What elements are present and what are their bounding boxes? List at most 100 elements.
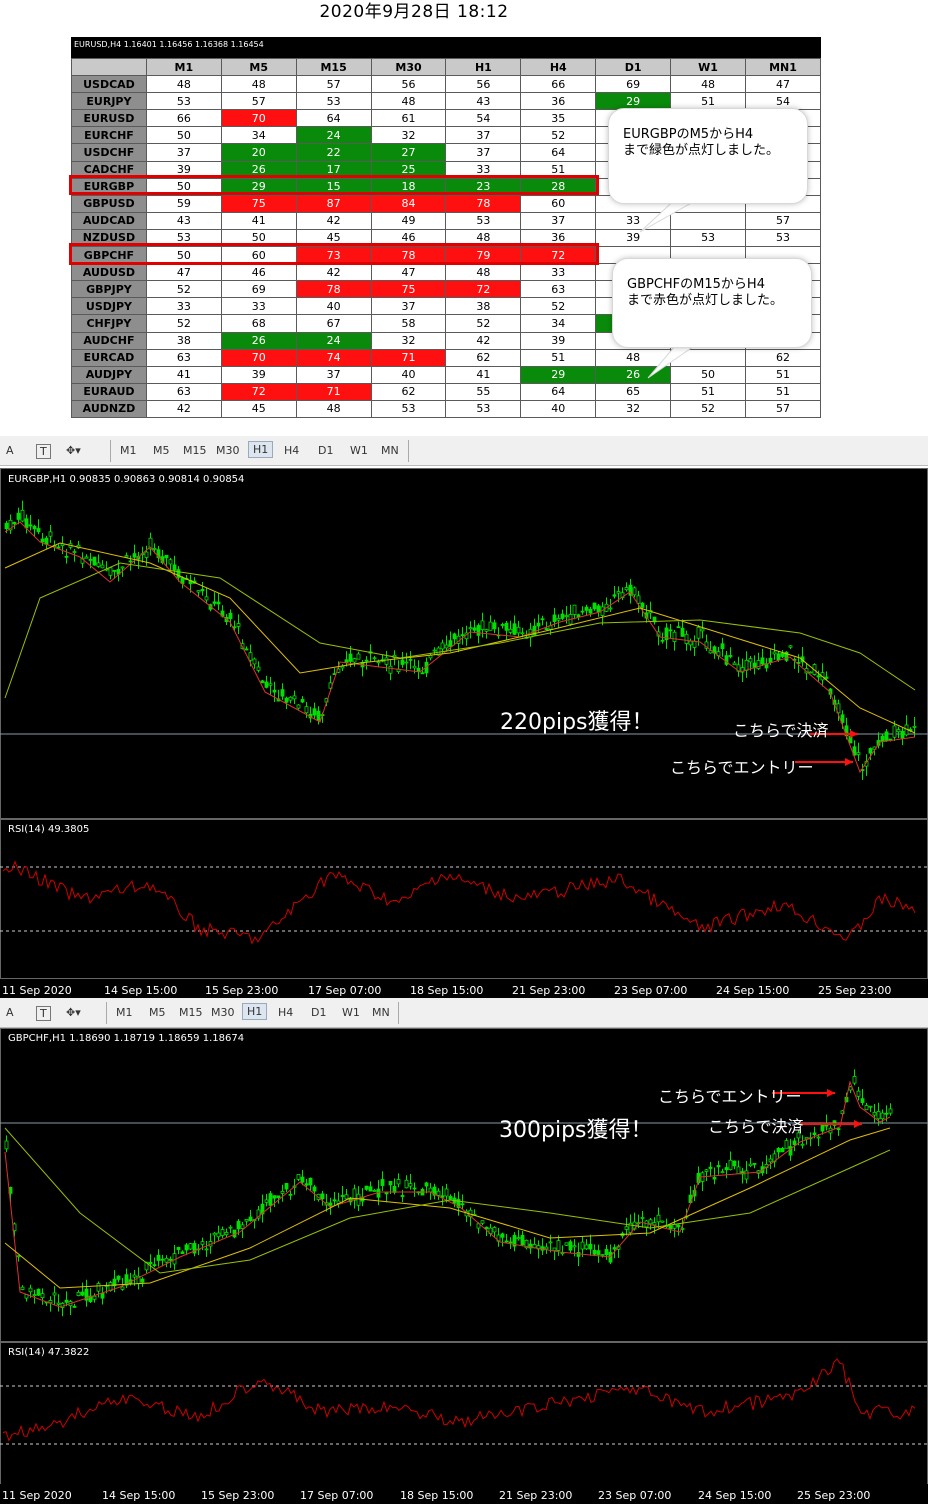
tf-h4[interactable]: H4 [278, 1006, 293, 1019]
candle-body [864, 1105, 869, 1111]
value-cell: 51 [670, 382, 747, 401]
tf-m1[interactable]: M1 [116, 1006, 133, 1019]
callout-gbpchf-text: GBPCHFのM15からH4 まで赤色が点灯しました。 [627, 277, 784, 308]
value-cell: 48 [295, 399, 372, 418]
candle-body [156, 1254, 161, 1261]
value-cell: 27 [370, 143, 447, 162]
gbpchf-rsi-line [0, 1358, 928, 1445]
candle-body [476, 625, 481, 636]
candle-body [408, 1183, 413, 1187]
candle-body [220, 1229, 225, 1236]
symbol-cell: AUDUSD [71, 263, 147, 282]
candle-body [356, 1193, 361, 1206]
candle-body [768, 657, 773, 664]
candle-body [184, 1244, 189, 1251]
candle-body [56, 1302, 61, 1305]
candle-body [148, 1261, 153, 1265]
tf-m1[interactable]: M1 [120, 444, 137, 457]
candle-body [292, 695, 297, 700]
value-cell: 70 [220, 348, 297, 367]
value-cell: 59 [145, 194, 222, 213]
candle-body [140, 1278, 145, 1283]
candle-body [224, 1232, 229, 1236]
candle-body [868, 748, 873, 754]
chart-toolbar-1: A T ✥▾ M1 M5 M15 M30 H1 H4 D1 W1 MN [0, 436, 928, 466]
candle-body [108, 567, 113, 576]
column-header: MN1 [745, 57, 821, 77]
label-tool-button[interactable]: T [36, 444, 51, 459]
tf-m30[interactable]: M30 [211, 1006, 235, 1019]
text-tool-button[interactable]: A [6, 444, 14, 457]
candle-body [120, 1286, 125, 1290]
candle-body [820, 1123, 825, 1132]
candle-body [816, 675, 821, 678]
tf-m5[interactable]: M5 [153, 444, 170, 457]
value-cell: 47 [145, 263, 222, 282]
tf-h1[interactable]: H1 [248, 441, 274, 458]
value-cell: 37 [445, 143, 522, 162]
candle-body [144, 551, 149, 558]
candle-body [508, 628, 513, 633]
tf-m15[interactable]: M15 [183, 444, 207, 457]
candle-body [300, 699, 305, 703]
tf-d1[interactable]: D1 [311, 1006, 326, 1019]
tf-h4[interactable]: H4 [284, 444, 299, 457]
candle-body [880, 1112, 885, 1120]
tf-m30[interactable]: M30 [216, 444, 240, 457]
candle-body [112, 570, 117, 572]
candle-body [92, 1295, 97, 1300]
value-cell: 43 [145, 211, 222, 230]
candle-body [268, 683, 273, 686]
tf-mn[interactable]: MN [372, 1006, 390, 1019]
time-label: 21 Sep 23:00 [512, 984, 586, 997]
value-cell: 74 [295, 348, 372, 367]
objects-menu-button[interactable]: ✥▾ [66, 444, 81, 457]
value-cell: 48 [445, 263, 522, 282]
candle-body [560, 1252, 565, 1255]
time-label: 25 Sep 23:00 [818, 984, 892, 997]
symbol-cell: USDJPY [71, 297, 147, 316]
candle-body [800, 1143, 805, 1146]
candle-body [272, 1195, 277, 1199]
candle-body [676, 1224, 681, 1228]
highlight-gbpchf [69, 243, 599, 265]
candle-body [364, 1185, 369, 1190]
candle-body [44, 537, 49, 545]
tf-w1[interactable]: W1 [350, 444, 368, 457]
tf-w1[interactable]: W1 [342, 1006, 360, 1019]
candle-body [852, 1076, 857, 1084]
candle-body [188, 1243, 193, 1250]
value-cell: 26 [220, 331, 297, 350]
candle-body [120, 566, 125, 569]
tf-m5[interactable]: M5 [149, 1006, 166, 1019]
candle-body [408, 659, 413, 661]
candle-body [560, 613, 565, 619]
candle-body [440, 642, 445, 650]
tf-m15[interactable]: M15 [179, 1006, 203, 1019]
tf-mn[interactable]: MN [381, 444, 399, 457]
candle-body [520, 632, 525, 635]
candle-body [600, 1254, 605, 1257]
time-label: 17 Sep 07:00 [300, 1489, 374, 1502]
objects-menu-button[interactable]: ✥▾ [66, 1006, 81, 1019]
candle-body [36, 528, 41, 533]
column-header: M5 [220, 57, 297, 77]
candle-body [460, 634, 465, 637]
candle-body [584, 606, 589, 611]
value-cell: 32 [370, 126, 447, 145]
label-tool-button[interactable]: T [36, 1006, 51, 1021]
candle-body [668, 1225, 673, 1230]
candle-body [400, 1195, 405, 1197]
tf-d1[interactable]: D1 [318, 444, 333, 457]
candle-body [300, 1176, 305, 1183]
candle-body [280, 689, 285, 697]
symbol-cell: GBPUSD [71, 194, 147, 213]
candle-body [660, 1220, 665, 1223]
text-tool-button[interactable]: A [6, 1006, 14, 1019]
candle-body [656, 1214, 661, 1223]
candle-body [504, 622, 509, 631]
candle-body [900, 731, 905, 739]
value-cell: 66 [520, 75, 597, 94]
symbol-cell: EURJPY [71, 92, 147, 111]
tf-h1[interactable]: H1 [242, 1003, 268, 1020]
